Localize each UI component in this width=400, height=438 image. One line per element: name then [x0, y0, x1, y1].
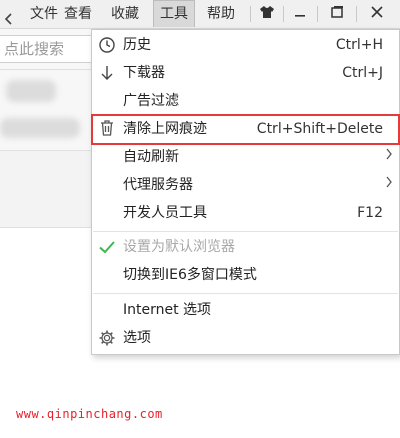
menu-separator: [93, 231, 398, 232]
menu-item-clear-history[interactable]: 清除上网痕迹 Ctrl+Shift+Delete: [91, 114, 400, 145]
close-button[interactable]: [358, 0, 396, 28]
restore-icon: [330, 5, 344, 23]
search-input[interactable]: 点此搜索: [0, 35, 100, 63]
shortcut-label: Ctrl+J: [342, 65, 383, 81]
menu-item-proxy-server[interactable]: 代理服务器: [92, 171, 399, 199]
tools-dropdown-menu: 历史 Ctrl+H 下载器 Ctrl+J 广告过滤 清除上网痕迹 Ctrl+Sh…: [91, 29, 400, 355]
divider: [250, 6, 251, 22]
menu-help[interactable]: 帮助: [200, 0, 242, 28]
menu-item-downloader[interactable]: 下载器 Ctrl+J: [92, 59, 399, 87]
clock-icon: [98, 36, 116, 54]
divider: [317, 6, 318, 22]
menu-item-options[interactable]: 选项: [92, 324, 399, 352]
skin-button[interactable]: [252, 0, 282, 28]
menu-item-label: 开发人员工具: [123, 205, 207, 221]
collapse-menu-button[interactable]: [0, 0, 22, 28]
menu-item-label: 切换到IE6多窗口模式: [123, 267, 257, 283]
menu-bar: 文件 查看 收藏 工具 帮助: [0, 0, 400, 29]
shortcut-label: Ctrl+Shift+Delete: [256, 121, 383, 137]
trash-icon: [98, 119, 116, 137]
menu-view[interactable]: 查看: [58, 0, 98, 28]
menu-item-label: 选项: [123, 330, 151, 346]
blurred-tab: [0, 118, 80, 138]
menu-tools[interactable]: 工具: [153, 0, 195, 27]
menu-item-label: 广告过滤: [123, 93, 179, 109]
menu-item-label: 清除上网痕迹: [123, 121, 207, 137]
menu-item-label: 下载器: [123, 65, 165, 81]
menu-item-auto-refresh[interactable]: 自动刷新: [92, 143, 399, 171]
menu-item-switch-ie6-mode[interactable]: 切换到IE6多窗口模式: [92, 261, 399, 289]
menu-item-developer-tools[interactable]: 开发人员工具 F12: [92, 199, 399, 227]
menu-item-internet-options[interactable]: Internet 选项: [92, 296, 399, 324]
watermark-text: www.qinpinchang.com: [16, 407, 163, 421]
shortcut-label: F12: [357, 205, 383, 221]
gear-icon: [98, 329, 116, 347]
menu-item-set-default-browser: 设置为默认浏览器: [92, 233, 399, 261]
checkmark-icon: [98, 238, 116, 256]
divider: [356, 6, 357, 22]
menu-item-label: 设置为默认浏览器: [123, 239, 235, 255]
minimize-button[interactable]: [285, 0, 315, 28]
menu-favorites[interactable]: 收藏: [104, 0, 146, 28]
blurred-tab: [6, 80, 56, 102]
minimize-icon: [293, 5, 307, 23]
menu-item-label: 历史: [123, 37, 151, 53]
menu-item-history[interactable]: 历史 Ctrl+H: [92, 31, 399, 59]
skin-icon: [259, 5, 275, 23]
divider: [283, 6, 284, 22]
menu-item-label: 自动刷新: [123, 149, 179, 165]
close-icon: [370, 5, 384, 23]
shortcut-label: Ctrl+H: [335, 37, 383, 53]
menu-item-label: 代理服务器: [123, 177, 193, 193]
menu-separator: [93, 293, 398, 294]
submenu-arrow-icon: [385, 171, 393, 199]
download-arrow-icon: [98, 64, 116, 82]
submenu-arrow-icon: [385, 143, 393, 171]
menu-item-label: Internet 选项: [123, 302, 212, 318]
menu-item-ad-filter[interactable]: 广告过滤: [92, 87, 399, 115]
restore-button[interactable]: [319, 0, 355, 28]
